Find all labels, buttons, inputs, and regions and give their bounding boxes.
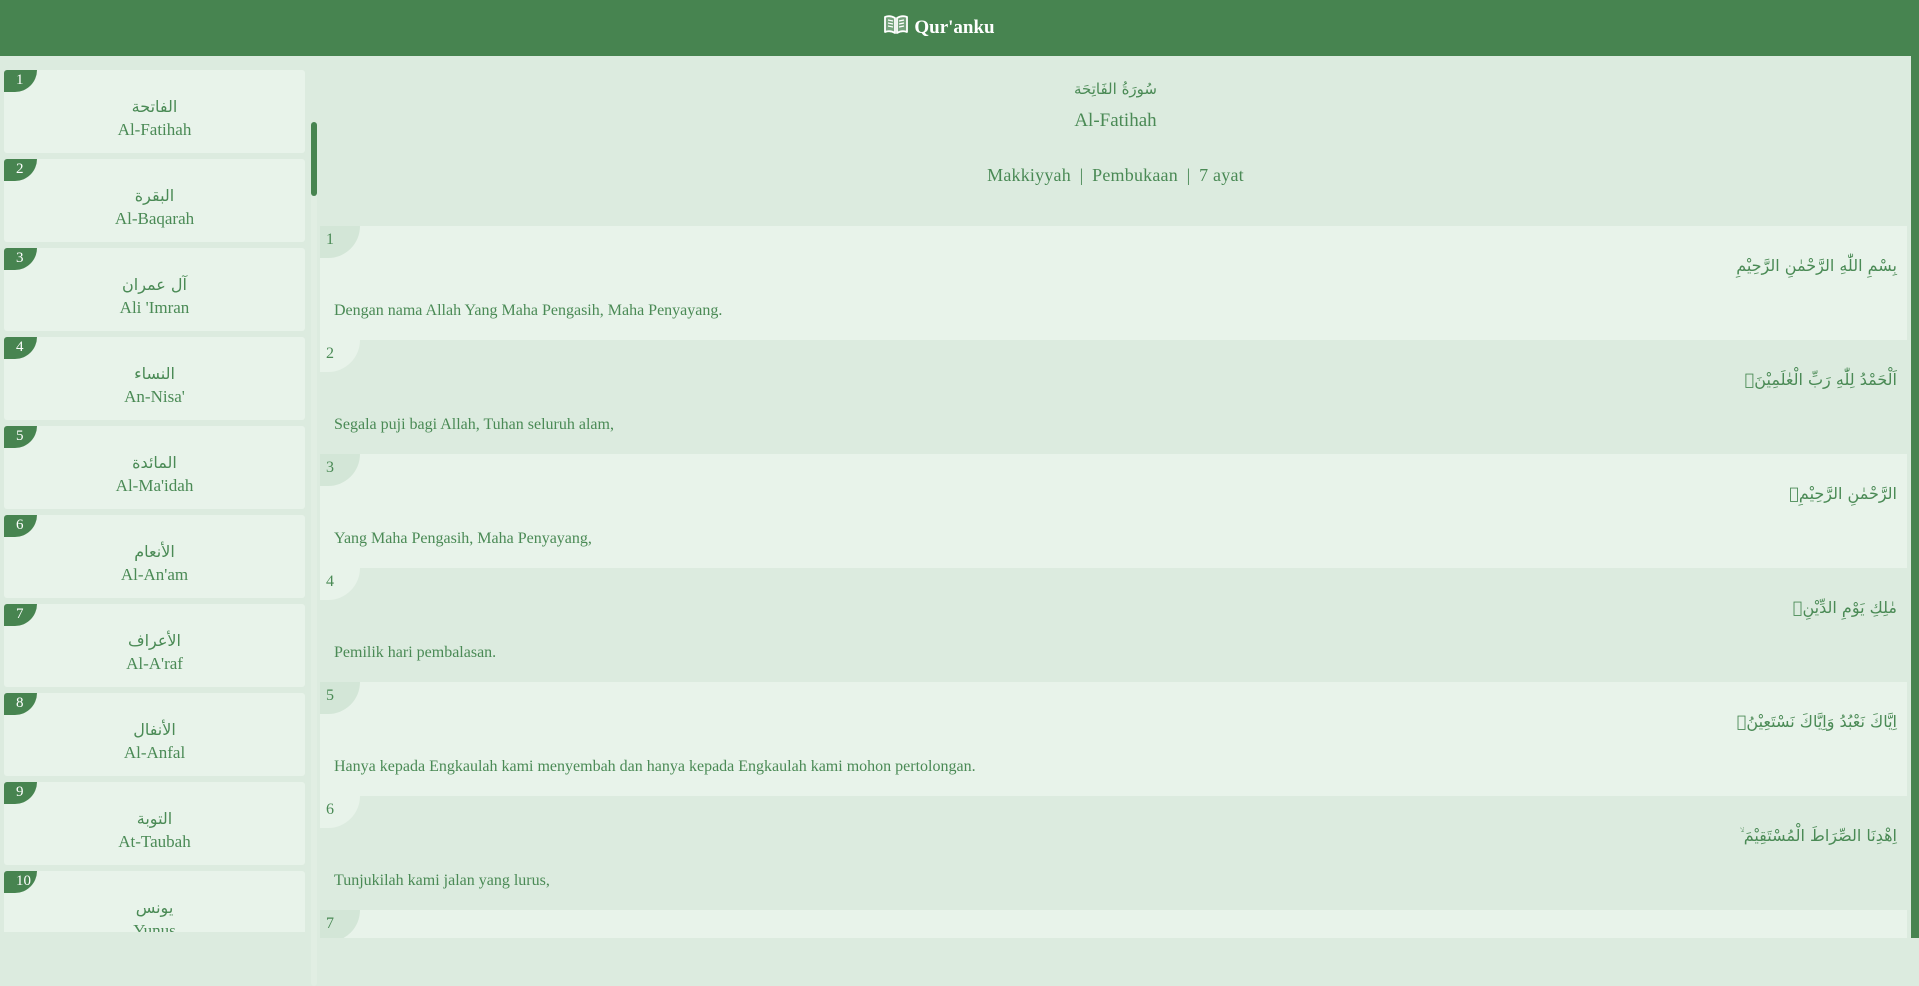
surah-ayah-count: 7 ayat [1199, 165, 1244, 185]
ayah-arabic-text: اَلْحَمْدُ لِلّٰهِ رَبِّ الْعٰلَمِيْنَۙ [1744, 370, 1897, 389]
ayah-number: 6 [326, 801, 334, 818]
app-title: Qur'anku [914, 17, 995, 38]
surah-number-badge: 7 [4, 604, 37, 626]
right-border [1911, 56, 1919, 938]
surah-latin-name: Al-Ma'idah [115, 476, 194, 495]
surah-list-item[interactable]: 7 الأعراف Al-A'raf [4, 604, 305, 687]
ayah-number: 4 [326, 573, 334, 590]
surah-arabic-name: التوبة [136, 809, 173, 828]
meta-separator: | [1186, 165, 1191, 185]
surah-number-badge: 5 [4, 426, 37, 448]
ayah-row: 3 الرَّحْمٰنِ الرَّحِيْمِۙ Yang Maha Penga… [320, 454, 1907, 568]
ayah-translation: Hanya kepada Engkaulah kami menyembah da… [334, 758, 976, 775]
surah-latin-title: Al-Fatihah [1074, 110, 1157, 131]
surah-arabic-name: الأعراف [128, 631, 181, 650]
ayah-row: 4 مٰلِكِ يَوْمِ الدِّيْنِۗ Pemilik hari pe… [320, 568, 1907, 682]
surah-latin-name: Al-Anfal [123, 743, 186, 762]
surah-detail: سُورَةُ الفَاتِحَة Al-Fatihah Makkiyyah … [320, 63, 1911, 938]
surah-latin-name: Al-Baqarah [114, 209, 195, 228]
surah-arabic-name: المائدة [132, 453, 177, 472]
ayah-translation: Pemilik hari pembalasan. [334, 644, 497, 661]
surah-arabic-name: البقرة [134, 186, 175, 205]
app-brand[interactable]: Qur'anku [882, 13, 995, 43]
top-bar: Qur'anku [0, 0, 1919, 56]
ayah-row: 5 اِيَّاكَ نَعْبُدُ وَاِيَّاكَ نَسْتَعِيْ… [320, 682, 1907, 796]
ayah-number: 5 [326, 687, 334, 704]
surah-number-badge: 9 [4, 782, 37, 804]
ayah-translation: Dengan nama Allah Yang Maha Pengasih, Ma… [334, 302, 723, 319]
surah-arabic-name: النساء [134, 364, 175, 383]
ayah-row: 7 [320, 910, 1907, 938]
surah-list[interactable]: 1 الفاتحة Al-Fatihah 2 البقرة Al-Baqarah 3 آل ع… [4, 70, 307, 932]
surah-list-item[interactable]: 4 النساء An-Nisa' [4, 337, 305, 420]
surah-arabic-name: آل عمران [122, 275, 187, 294]
surah-latin-name: Al-A'raf [126, 654, 183, 673]
surah-number-badge: 1 [4, 70, 37, 92]
ayah-list: 1 بِسْمِ اللّٰهِ الرَّحْمٰنِ الرَّحِيْمِ D… [320, 226, 1911, 938]
ayah-row: 2 اَلْحَمْدُ لِلّٰهِ رَبِّ الْعٰلَمِيْنَۙ… [320, 340, 1907, 454]
surah-arabic-title: سُورَةُ الفَاتِحَة [1074, 80, 1157, 98]
surah-arabic-name: الأنفال [133, 720, 176, 739]
surah-list-item[interactable]: 10 يونس Yunus [4, 871, 305, 932]
surah-number-badge: 6 [4, 515, 37, 537]
ayah-arabic-text: اِيَّاكَ نَعْبُدُ وَاِيَّاكَ نَسْتَعِيْن… [1736, 712, 1897, 731]
surah-number-badge: 2 [4, 159, 37, 181]
surah-latin-name: An-Nisa' [124, 387, 185, 406]
ayah-arabic-text: بِسْمِ اللّٰهِ الرَّحْمٰنِ الرَّحِيْمِ [1736, 256, 1897, 275]
surah-meta: Makkiyyah | Pembukaan | 7 ayat [320, 165, 1911, 186]
ayah-arabic-text: مٰلِكِ يَوْمِ الدِّيْنِۗ [1792, 598, 1897, 617]
surah-arabic-name: الأنعام [134, 542, 175, 561]
ayah-number: 3 [326, 459, 334, 476]
surah-number-badge: 8 [4, 693, 37, 715]
ayah-number: 2 [326, 345, 334, 362]
surah-meaning: Pembukaan [1092, 165, 1178, 185]
ayah-row: 6 اِهْدِنَا الصِّرَاطَ الْمُسْتَقِيْمَ ۙ T… [320, 796, 1907, 910]
surah-latin-name: Ali 'Imran [119, 298, 190, 317]
surah-latin-name: At-Taubah [118, 832, 191, 851]
surah-arabic-name: يونس [135, 898, 174, 917]
open-book-icon [882, 13, 910, 43]
ayah-arabic-text: الرَّحْمٰنِ الرَّحِيْمِۙ [1789, 484, 1897, 503]
surah-list-item[interactable]: 1 الفاتحة Al-Fatihah [4, 70, 305, 153]
surah-number-badge: 4 [4, 337, 37, 359]
surah-arabic-name: الفاتحة [131, 97, 178, 116]
ayah-translation: Tunjukilah kami jalan yang lurus, [334, 872, 550, 889]
ayah-number: 7 [326, 915, 334, 932]
surah-latin-name: Al-An'am [120, 565, 189, 584]
sidebar-scrollbar-thumb[interactable] [311, 122, 317, 196]
surah-list-item[interactable]: 2 البقرة Al-Baqarah [4, 159, 305, 242]
surah-latin-name: Al-Fatihah [117, 120, 192, 139]
ayah-translation: Segala puji bagi Allah, Tuhan seluruh al… [334, 416, 614, 433]
surah-list-item[interactable]: 5 المائدة Al-Ma'idah [4, 426, 305, 509]
ayah-arabic-text: اِهْدِنَا الصِّرَاطَ الْمُسْتَقِيْمَ ۙ [1739, 826, 1897, 845]
surah-number-badge: 10 [4, 871, 37, 893]
surah-number-badge: 3 [4, 248, 37, 270]
ayah-number: 1 [326, 231, 334, 248]
surah-list-item[interactable]: 9 التوبة At-Taubah [4, 782, 305, 865]
sidebar-scrollbar[interactable] [311, 122, 317, 986]
surah-revelation: Makkiyyah [987, 165, 1071, 185]
surah-latin-name: Yunus [133, 921, 176, 932]
ayah-translation: Yang Maha Pengasih, Maha Penyayang, [334, 530, 592, 547]
surah-list-item[interactable]: 3 آل عمران Ali 'Imran [4, 248, 305, 331]
surah-sidebar: 1 الفاتحة Al-Fatihah 2 البقرة Al-Baqarah 3 آل ع… [0, 56, 318, 986]
ayah-row: 1 بِسْمِ اللّٰهِ الرَّحْمٰنِ الرَّحِيْمِ D… [320, 226, 1907, 340]
surah-list-item[interactable]: 6 الأنعام Al-An'am [4, 515, 305, 598]
surah-list-item[interactable]: 8 الأنفال Al-Anfal [4, 693, 305, 776]
meta-separator: | [1079, 165, 1084, 185]
surah-header: سُورَةُ الفَاتِحَة Al-Fatihah Makkiyyah … [320, 63, 1911, 226]
